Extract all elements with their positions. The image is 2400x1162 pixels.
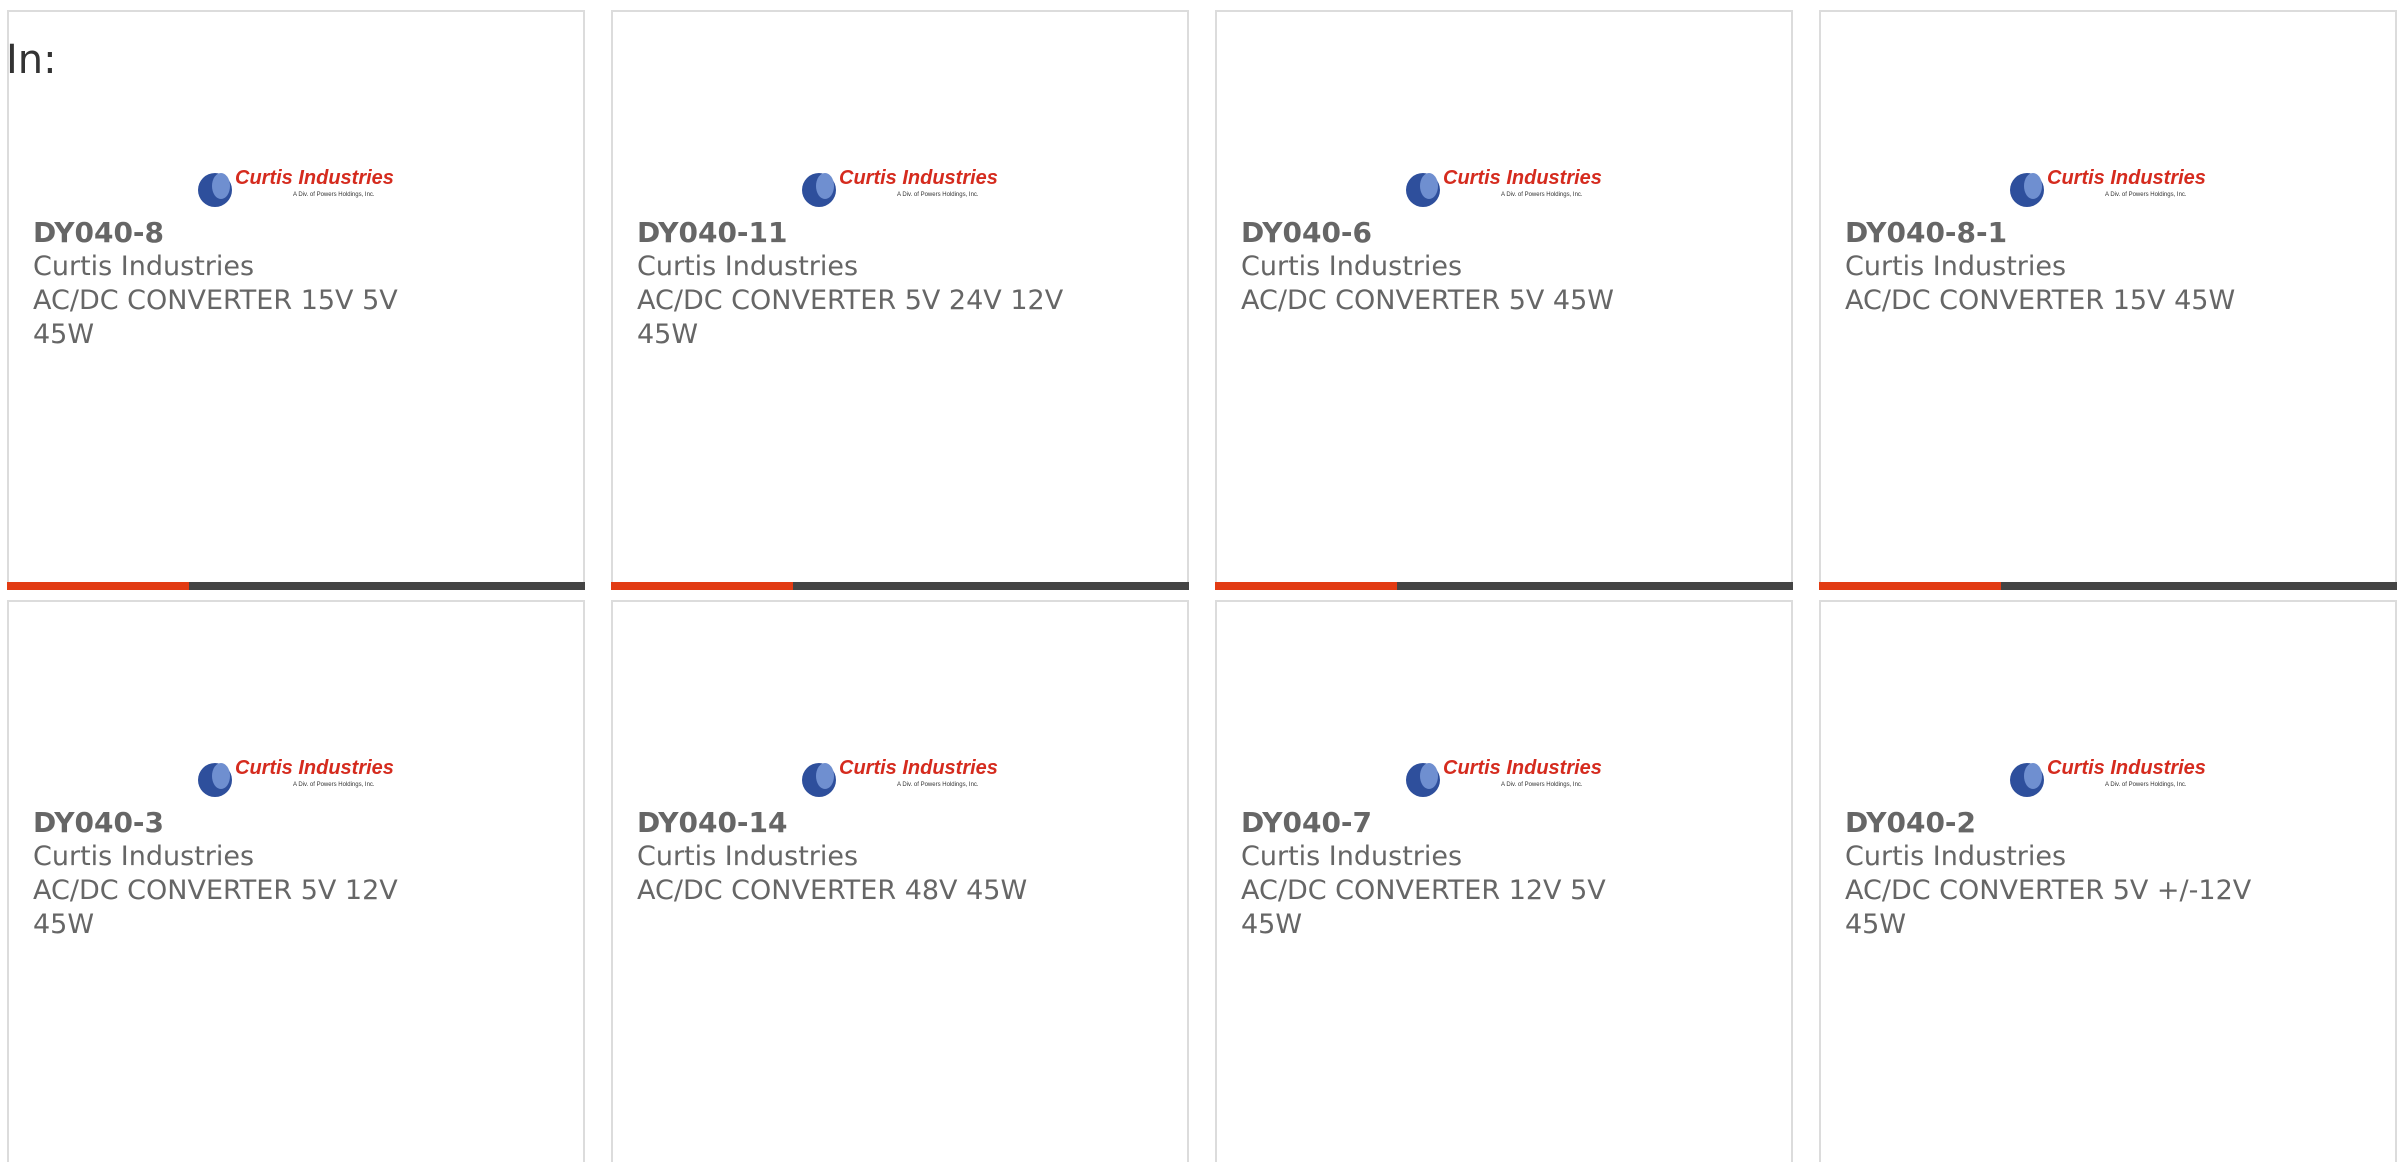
card-bottom-bar <box>7 582 585 590</box>
product-description: AC/DC CONVERTER 5V 24V 12V 45W <box>637 285 1064 350</box>
manufacturer: Curtis Industries <box>1845 841 2067 872</box>
filter-in-label: In: <box>6 37 57 83</box>
manufacturer: Curtis Industries <box>33 841 255 872</box>
svg-text:A Div. of Powers Holdings, Inc: A Div. of Powers Holdings, Inc. <box>293 782 375 788</box>
curtis-industries-logo: Curtis Industries A Div. of Powers Holdi… <box>802 757 998 797</box>
product-info: DY040-3 Curtis Industries AC/DC CONVERTE… <box>33 806 463 942</box>
product-description: AC/DC CONVERTER 15V 5V 45W <box>33 285 398 350</box>
curtis-industries-logo: Curtis Industries A Div. of Powers Holdi… <box>1406 167 1602 207</box>
svg-text:Curtis Industries: Curtis Industries <box>1443 167 1602 189</box>
curtis-industries-logo: Curtis Industries A Div. of Powers Holdi… <box>2010 167 2206 207</box>
product-card[interactable]: Curtis Industries A Div. of Powers Holdi… <box>1819 10 2397 590</box>
card-bottom-bar <box>1819 582 2397 590</box>
product-info: DY040-14 Curtis Industries AC/DC CONVERT… <box>637 806 1067 908</box>
product-info: DY040-11 Curtis Industries AC/DC CONVERT… <box>637 216 1067 352</box>
part-number[interactable]: DY040-7 <box>1241 806 1671 840</box>
curtis-industries-logo: Curtis Industries A Div. of Powers Holdi… <box>802 167 998 207</box>
product-info: DY040-7 Curtis Industries AC/DC CONVERTE… <box>1241 806 1671 942</box>
svg-text:A Div. of Powers Holdings, Inc: A Div. of Powers Holdings, Inc. <box>897 782 979 788</box>
manufacturer: Curtis Industries <box>33 251 255 282</box>
product-info: DY040-2 Curtis Industries AC/DC CONVERTE… <box>1845 806 2275 942</box>
svg-text:Curtis Industries: Curtis Industries <box>2047 167 2206 189</box>
product-grid-page: In: Curtis Industries A Div. of Powers H… <box>0 0 2400 1162</box>
product-description: AC/DC CONVERTER 48V 45W <box>637 875 1028 906</box>
svg-text:A Div. of Powers Holdings, Inc: A Div. of Powers Holdings, Inc. <box>293 192 375 198</box>
manufacturer: Curtis Industries <box>1241 251 1463 282</box>
curtis-industries-logo: Curtis Industries A Div. of Powers Holdi… <box>198 757 394 797</box>
card-bottom-bar <box>1215 582 1793 590</box>
svg-text:A Div. of Powers Holdings, Inc: A Div. of Powers Holdings, Inc. <box>1501 192 1583 198</box>
svg-text:A Div. of Powers Holdings, Inc: A Div. of Powers Holdings, Inc. <box>897 192 979 198</box>
card-accent-bar <box>7 582 189 590</box>
product-info: DY040-8 Curtis Industries AC/DC CONVERTE… <box>33 216 463 352</box>
curtis-industries-logo: Curtis Industries A Div. of Powers Holdi… <box>2010 757 2206 797</box>
svg-text:Curtis Industries: Curtis Industries <box>1443 757 1602 779</box>
part-number[interactable]: DY040-14 <box>637 806 1067 840</box>
svg-text:Curtis Industries: Curtis Industries <box>839 167 998 189</box>
svg-text:A Div. of Powers Holdings, Inc: A Div. of Powers Holdings, Inc. <box>2105 192 2187 198</box>
card-bottom-bar <box>611 582 1189 590</box>
card-accent-bar <box>611 582 793 590</box>
product-card[interactable]: Curtis Industries A Div. of Powers Holdi… <box>611 600 1189 1162</box>
manufacturer: Curtis Industries <box>1845 251 2067 282</box>
product-info: DY040-8-1 Curtis Industries AC/DC CONVER… <box>1845 216 2275 318</box>
product-description: AC/DC CONVERTER 5V 12V 45W <box>33 875 398 940</box>
manufacturer: Curtis Industries <box>637 251 859 282</box>
product-description: AC/DC CONVERTER 5V 45W <box>1241 285 1614 316</box>
product-card[interactable]: Curtis Industries A Div. of Powers Holdi… <box>7 10 585 590</box>
svg-text:Curtis Industries: Curtis Industries <box>839 757 998 779</box>
part-number[interactable]: DY040-2 <box>1845 806 2275 840</box>
product-card[interactable]: Curtis Industries A Div. of Powers Holdi… <box>611 10 1189 590</box>
card-accent-bar <box>1819 582 2001 590</box>
manufacturer: Curtis Industries <box>637 841 859 872</box>
curtis-industries-logo: Curtis Industries A Div. of Powers Holdi… <box>1406 757 1602 797</box>
part-number[interactable]: DY040-8 <box>33 216 463 250</box>
svg-text:Curtis Industries: Curtis Industries <box>235 757 394 779</box>
part-number[interactable]: DY040-3 <box>33 806 463 840</box>
product-card[interactable]: Curtis Industries A Div. of Powers Holdi… <box>7 600 585 1162</box>
product-card[interactable]: Curtis Industries A Div. of Powers Holdi… <box>1215 10 1793 590</box>
product-description: AC/DC CONVERTER 12V 5V 45W <box>1241 875 1606 940</box>
svg-text:Curtis Industries: Curtis Industries <box>2047 757 2206 779</box>
svg-text:Curtis Industries: Curtis Industries <box>235 167 394 189</box>
product-card[interactable]: Curtis Industries A Div. of Powers Holdi… <box>1819 600 2397 1162</box>
product-description: AC/DC CONVERTER 15V 45W <box>1845 285 2236 316</box>
svg-text:A Div. of Powers Holdings, Inc: A Div. of Powers Holdings, Inc. <box>2105 782 2187 788</box>
product-info: DY040-6 Curtis Industries AC/DC CONVERTE… <box>1241 216 1671 318</box>
part-number[interactable]: DY040-8-1 <box>1845 216 2275 250</box>
product-card[interactable]: Curtis Industries A Div. of Powers Holdi… <box>1215 600 1793 1162</box>
part-number[interactable]: DY040-6 <box>1241 216 1671 250</box>
manufacturer: Curtis Industries <box>1241 841 1463 872</box>
svg-text:A Div. of Powers Holdings, Inc: A Div. of Powers Holdings, Inc. <box>1501 782 1583 788</box>
curtis-industries-logo: Curtis Industries A Div. of Powers Holdi… <box>198 167 394 207</box>
card-accent-bar <box>1215 582 1397 590</box>
product-description: AC/DC CONVERTER 5V +/-12V 45W <box>1845 875 2252 940</box>
part-number[interactable]: DY040-11 <box>637 216 1067 250</box>
